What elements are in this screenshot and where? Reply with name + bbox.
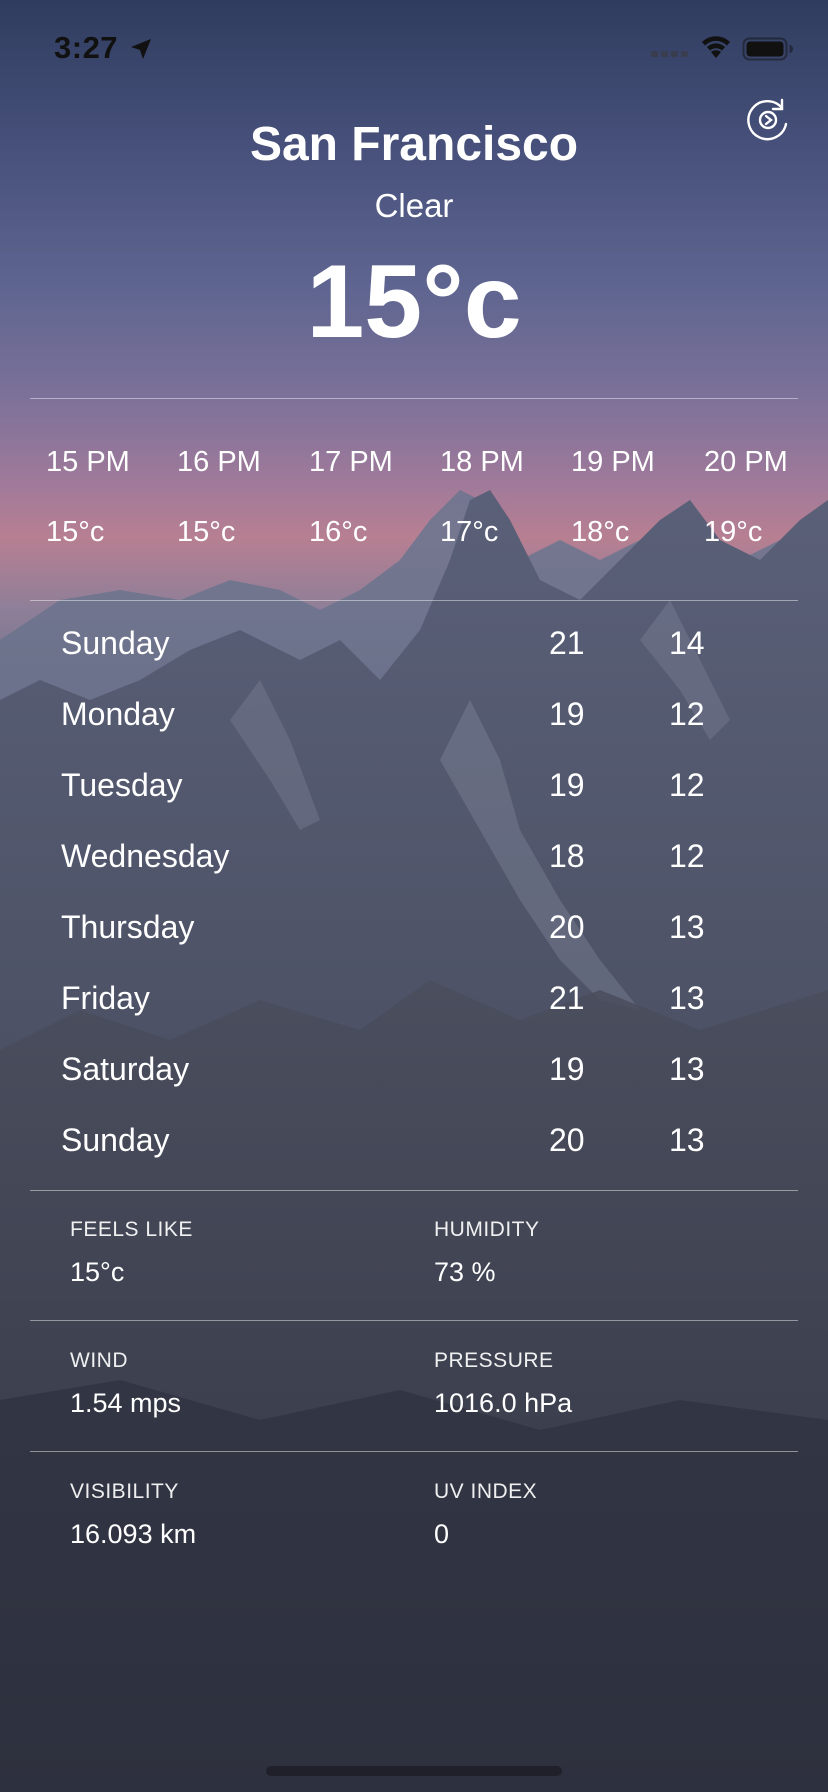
hour-time: 17 PM (309, 446, 393, 478)
divider (30, 1320, 798, 1321)
daily-row: Monday 19 12 (0, 688, 828, 759)
day-high: 20 (549, 909, 585, 945)
day-name: Friday (61, 980, 150, 1016)
status-time: 3:27 (54, 30, 119, 65)
divider (30, 1451, 798, 1452)
detail-label: FEELS LIKE (70, 1218, 193, 1241)
day-high: 18 (549, 838, 585, 874)
home-indicator[interactable] (266, 1766, 562, 1776)
day-high: 21 (549, 625, 585, 661)
daily-row: Thursday 20 13 (0, 901, 828, 972)
battery-icon (742, 37, 793, 61)
detail-cell-uv-index: UV INDEX 0 (434, 1478, 537, 1552)
hour-time: 18 PM (440, 446, 524, 478)
hourly-item: 19 PM 18°c (571, 440, 691, 554)
hourly-item: 20 PM 19°c (704, 440, 824, 554)
hour-temperature: 18°c (571, 516, 630, 548)
detail-label: PRESSURE (434, 1349, 554, 1372)
hour-temperature: 17°c (440, 516, 499, 548)
hourly-item: 15 PM 15°c (46, 440, 166, 554)
detail-cell-humidity: HUMIDITY 73 % (434, 1216, 540, 1290)
day-name: Saturday (61, 1051, 190, 1087)
detail-value: 73 % (434, 1257, 496, 1287)
daily-row: Sunday 21 14 (0, 617, 828, 688)
detail-label: HUMIDITY (434, 1218, 540, 1241)
day-low: 13 (669, 909, 705, 945)
weather-condition: Clear (374, 187, 454, 224)
detail-row: VISIBILITY 16.093 km UV INDEX 0 (0, 1454, 828, 1585)
daily-row: Friday 21 13 (0, 972, 828, 1043)
signal-icon (651, 51, 688, 57)
divider (30, 1190, 798, 1191)
wifi-icon (702, 36, 730, 58)
day-name: Thursday (61, 909, 195, 945)
hourly-forecast[interactable]: 15 PM 15°c 16 PM 15°c 17 PM 16°c 18 PM 1… (0, 440, 828, 570)
weather-details: FEELS LIKE 15°c HUMIDITY 73 % WIND 1.54 … (0, 1192, 828, 1585)
day-low: 13 (669, 1122, 705, 1158)
day-name: Sunday (61, 625, 170, 661)
detail-cell-feels-like: FEELS LIKE 15°c (70, 1216, 193, 1290)
hourly-item: 16 PM 15°c (177, 440, 297, 554)
detail-cell-pressure: PRESSURE 1016.0 hPa (434, 1347, 572, 1421)
location-arrow-icon (131, 39, 151, 59)
detail-row: WIND 1.54 mps PRESSURE 1016.0 hPa (0, 1323, 828, 1454)
current-weather-header: San Francisco Clear 15°c (0, 112, 828, 366)
day-high: 20 (549, 1122, 585, 1158)
daily-row: Wednesday 18 12 (0, 830, 828, 901)
day-low: 12 (669, 838, 705, 874)
divider (30, 600, 798, 601)
hour-time: 15 PM (46, 446, 130, 478)
detail-value: 16.093 km (70, 1519, 197, 1549)
divider (30, 398, 798, 399)
detail-cell-visibility: VISIBILITY 16.093 km (70, 1478, 196, 1552)
city-name: San Francisco (249, 118, 579, 171)
detail-value: 1016.0 hPa (434, 1388, 573, 1418)
hour-time: 16 PM (177, 446, 261, 478)
day-high: 19 (549, 1051, 585, 1087)
detail-value: 0 (434, 1519, 450, 1549)
hour-time: 19 PM (571, 446, 655, 478)
detail-value: 15°c (70, 1257, 125, 1287)
day-low: 13 (669, 980, 705, 1016)
daily-row: Tuesday 19 12 (0, 759, 828, 830)
daily-row: Sunday 20 13 (0, 1114, 828, 1185)
day-low: 12 (669, 767, 705, 803)
detail-row: FEELS LIKE 15°c HUMIDITY 73 % (0, 1192, 828, 1323)
detail-label: UV INDEX (434, 1480, 538, 1503)
weather-screen: 3:27 San Francisco Clear 15°c 15 PM 15°c… (0, 0, 828, 1792)
hour-time: 20 PM (704, 446, 788, 478)
detail-label: WIND (70, 1349, 128, 1372)
hour-temperature: 19°c (704, 516, 763, 548)
hour-temperature: 16°c (309, 516, 368, 548)
day-name: Monday (61, 696, 175, 732)
current-temperature: 15°c (306, 244, 522, 360)
day-name: Wednesday (61, 838, 230, 874)
day-low: 14 (669, 625, 705, 661)
day-high: 19 (549, 767, 585, 803)
day-name: Sunday (61, 1122, 170, 1158)
hour-temperature: 15°c (177, 516, 236, 548)
hour-temperature: 15°c (46, 516, 105, 548)
detail-value: 1.54 mps (70, 1388, 182, 1418)
day-high: 19 (549, 696, 585, 732)
hourly-item: 17 PM 16°c (309, 440, 429, 554)
day-high: 21 (549, 980, 585, 1016)
detail-label: VISIBILITY (70, 1480, 179, 1503)
day-low: 12 (669, 696, 705, 732)
detail-cell-wind: WIND 1.54 mps (70, 1347, 181, 1421)
daily-row: Saturday 19 13 (0, 1043, 828, 1114)
hourly-item: 18 PM 17°c (440, 440, 560, 554)
status-bar: 3:27 (0, 0, 828, 100)
day-low: 13 (669, 1051, 705, 1087)
day-name: Tuesday (61, 767, 183, 803)
daily-forecast: Sunday 21 14 Monday 19 12 Tuesday 19 12 … (0, 617, 828, 1185)
